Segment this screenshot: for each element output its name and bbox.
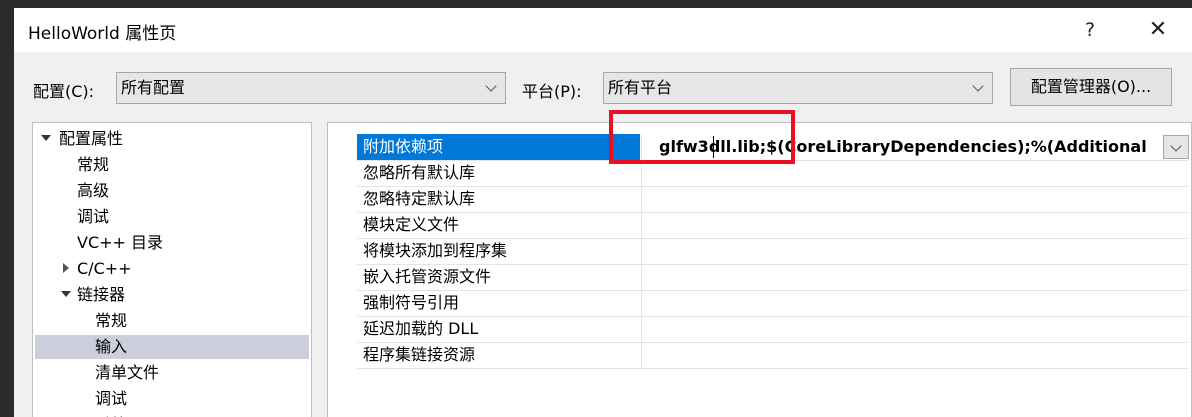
property-value[interactable] [641, 290, 1189, 316]
property-value[interactable] [641, 186, 1189, 212]
tree-item-linker-debugging[interactable]: 调试 [95, 387, 127, 411]
expanded-triangle-icon[interactable] [41, 127, 51, 151]
property-row-force-symbol-references[interactable]: 强制符号引用 [357, 290, 1188, 317]
configuration-value: 所有配置 [121, 78, 186, 97]
property-name: 延迟加载的 DLL [363, 319, 479, 338]
configuration-label: 配置(C): [33, 82, 95, 101]
property-value[interactable] [641, 238, 1189, 264]
property-row-assembly-link-resource[interactable]: 程序集链接资源 [357, 342, 1188, 369]
property-name: 程序集链接资源 [363, 345, 476, 364]
configuration-dropdown[interactable]: 所有配置 [116, 72, 506, 104]
collapsed-triangle-icon[interactable] [61, 257, 71, 281]
property-name: 嵌入托管资源文件 [363, 267, 492, 286]
expanded-triangle-icon[interactable] [61, 283, 71, 307]
property-tree[interactable]: 配置属性 常规 高级 调试 VC++ 目录 C/C++ 链接器 常规 输入 清单… [32, 122, 312, 417]
platform-value: 所有平台 [608, 78, 673, 97]
property-value[interactable] [641, 212, 1189, 238]
chevron-down-icon [972, 73, 986, 103]
close-button[interactable]: ✕ [1142, 16, 1174, 44]
property-value[interactable] [641, 342, 1189, 368]
chevron-down-icon [485, 73, 499, 103]
configuration-manager-button[interactable]: 配置管理器(O)... [1010, 68, 1172, 106]
tree-item-system[interactable]: 系统 [95, 413, 127, 417]
property-row-add-module-to-assembly[interactable]: 将模块添加到程序集 [357, 238, 1188, 265]
property-row-ignore-specific-default-libs[interactable]: 忽略特定默认库 [357, 186, 1188, 213]
tree-item-general[interactable]: 常规 [77, 153, 109, 177]
tree-item-linker-input[interactable]: 输入 [35, 335, 309, 359]
value-dropdown-button[interactable] [1163, 135, 1189, 159]
property-name: 忽略特定默认库 [363, 189, 476, 208]
red-highlight-box [609, 110, 795, 164]
property-name: 将模块添加到程序集 [363, 241, 508, 260]
platform-dropdown[interactable]: 所有平台 [603, 72, 993, 104]
property-name: 附加依赖项 [357, 134, 640, 160]
property-row-delay-loaded-dlls[interactable]: 延迟加载的 DLL [357, 316, 1188, 343]
property-row-module-definition-file[interactable]: 模块定义文件 [357, 212, 1188, 239]
property-row-embed-managed-resource[interactable]: 嵌入托管资源文件 [357, 264, 1188, 291]
window-title: HelloWorld 属性页 [28, 24, 177, 44]
tree-item-vc-directories[interactable]: VC++ 目录 [77, 231, 163, 255]
tree-item-debugging[interactable]: 调试 [77, 205, 109, 229]
property-pages-dialog: HelloWorld 属性页 ? ✕ 配置(C): 所有配置 平台(P): 所有… [14, 8, 1192, 417]
property-row-ignore-all-default-libs[interactable]: 忽略所有默认库 [357, 160, 1188, 187]
title-bar: HelloWorld 属性页 ? ✕ [14, 8, 1192, 52]
tree-item-linker-general[interactable]: 常规 [95, 309, 127, 333]
platform-label: 平台(P): [522, 82, 582, 101]
property-value[interactable] [641, 316, 1189, 342]
tree-item-manifest-file[interactable]: 清单文件 [95, 361, 159, 385]
property-grid: 附加依赖项 glfw3dll.lib;$(CoreLibraryDependen… [327, 122, 1192, 417]
help-button[interactable]: ? [1074, 16, 1106, 44]
property-name: 强制符号引用 [363, 293, 460, 312]
property-name: 模块定义文件 [363, 215, 460, 234]
property-name: 忽略所有默认库 [363, 163, 476, 182]
property-value[interactable] [641, 264, 1189, 290]
tree-item-advanced[interactable]: 高级 [77, 179, 109, 203]
